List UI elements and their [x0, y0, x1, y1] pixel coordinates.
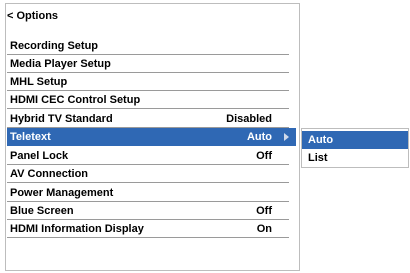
menu-item-av-connection[interactable]: AV Connection — [7, 165, 289, 183]
menu-item-label: Hybrid TV Standard — [10, 113, 113, 125]
menu-item-hybrid-tv-standard[interactable]: Hybrid TV Standard Disabled — [7, 110, 289, 128]
menu-item-panel-lock[interactable]: Panel Lock Off — [7, 147, 289, 165]
menu-item-label: Recording Setup — [10, 40, 99, 52]
menu-item-value: Off — [256, 150, 272, 162]
menu-item-mhl-setup[interactable]: MHL Setup — [7, 73, 289, 91]
menu-item-value: Off — [256, 205, 272, 217]
menu-item-label: Panel Lock — [10, 150, 69, 162]
menu-item-label: AV Connection — [10, 168, 89, 180]
menu-item-label: Power Management — [10, 187, 114, 199]
teletext-options-submenu: Auto List — [301, 128, 409, 168]
menu-item-label: Blue Screen — [10, 205, 74, 217]
menu-item-hdmi-cec-control-setup[interactable]: HDMI CEC Control Setup — [7, 91, 289, 109]
menu-item-value: Auto — [246, 131, 272, 143]
submenu-option-label: List — [308, 152, 328, 164]
menu-item-label: Teletext — [10, 131, 51, 143]
submenu-option-list[interactable]: List — [302, 149, 408, 167]
menu-item-label: Media Player Setup — [10, 58, 111, 70]
menu-item-recording-setup[interactable]: Recording Setup — [7, 37, 289, 55]
menu-item-teletext[interactable]: Teletext Auto — [7, 128, 296, 146]
menu-item-media-player-setup[interactable]: Media Player Setup — [7, 55, 289, 73]
menu-item-power-management[interactable]: Power Management — [7, 184, 289, 202]
menu-item-value: Disabled — [226, 113, 272, 125]
menu-item-label: MHL Setup — [10, 76, 68, 88]
submenu-option-auto[interactable]: Auto — [302, 131, 408, 149]
menu-item-hdmi-information-display[interactable]: HDMI Information Display On — [7, 220, 289, 238]
menu-item-label: HDMI Information Display — [10, 223, 144, 235]
menu-item-blue-screen[interactable]: Blue Screen Off — [7, 202, 289, 220]
menu-item-value: On — [256, 223, 272, 235]
menu-item-label: HDMI CEC Control Setup — [10, 94, 141, 106]
triangle-right-icon — [284, 133, 289, 141]
submenu-option-label: Auto — [308, 134, 334, 146]
options-back-title[interactable]: < Options — [7, 10, 58, 23]
